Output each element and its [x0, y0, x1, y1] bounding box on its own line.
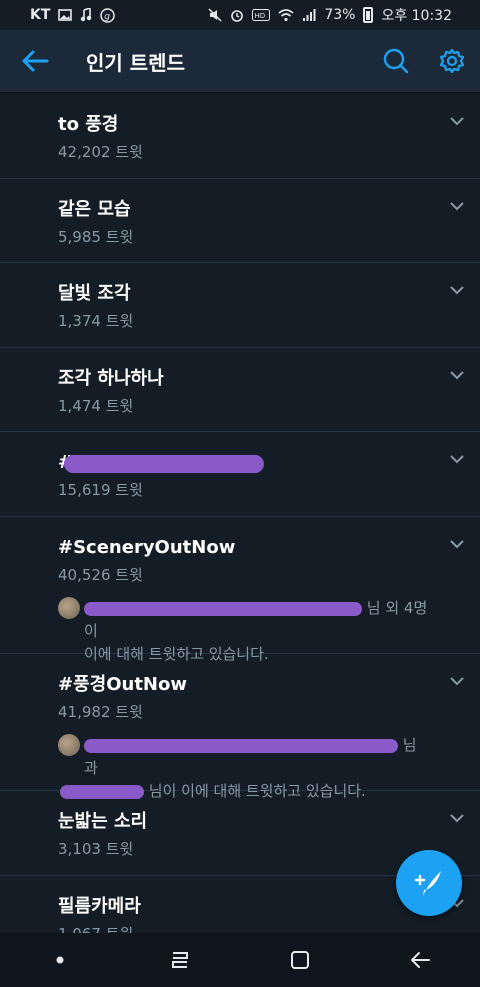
trend-name: to 풍경: [58, 114, 119, 135]
trend-name: 달빛 조각: [58, 283, 131, 304]
arrow-left-icon: [22, 50, 49, 72]
trend-name: 같은 모습: [58, 199, 131, 220]
home-icon: [291, 951, 309, 969]
trend-count: 42,202 트윗: [58, 143, 143, 161]
chevron-down-icon[interactable]: [448, 674, 466, 688]
trend-item[interactable]: #풍경OutNow 41,982 트윗 님과 님이 이에 대해 트윗하고 있습니…: [0, 654, 480, 800]
trend-count: 15,619 트윗: [58, 481, 143, 499]
hd-icon: HD: [252, 9, 271, 21]
trend-name: 필름카메라: [58, 896, 141, 917]
image-icon: [58, 9, 73, 21]
signal-icon: [303, 9, 316, 21]
trend-count: 3,103 트윗: [58, 840, 134, 858]
app-header: 인기 트렌드: [0, 30, 480, 93]
compose-tweet-icon: [414, 871, 441, 896]
alarm-icon: [231, 10, 244, 22]
settings-button[interactable]: [424, 30, 480, 93]
trend-name: #풍경OutNow: [58, 674, 187, 695]
status-time: 오후 10:32: [381, 8, 452, 24]
trend-name: 눈밟는 소리: [58, 811, 148, 832]
wifi-icon: [278, 9, 294, 22]
back-icon: [411, 952, 430, 968]
trend-item[interactable]: to 풍경 42,202 트윗: [0, 94, 480, 179]
page-title: 인기 트렌드: [86, 50, 185, 75]
status-bar: KT g HD 73% 오후 10:32: [0, 0, 480, 30]
trend-name: #: [58, 450, 430, 476]
trend-item[interactable]: 조각 하나하나 1,474 트윗: [0, 348, 480, 432]
nav-dot-button[interactable]: [30, 933, 90, 987]
svg-text:g: g: [105, 12, 111, 22]
carrier-label: KT: [30, 7, 51, 23]
compose-tweet-button[interactable]: [396, 850, 462, 916]
trend-list: to 풍경 42,202 트윗 같은 모습 5,985 트윗 달빛 조각 1,3…: [0, 94, 480, 961]
trend-item[interactable]: #SceneryOutNow 40,526 트윗 님 외 4명이 이에 대해 트…: [0, 517, 480, 663]
redaction-mark: [84, 738, 398, 753]
trend-name: #SceneryOutNow: [58, 537, 236, 558]
home-button[interactable]: [270, 933, 330, 987]
system-nav-bar: [0, 933, 480, 987]
redaction-mark: [64, 455, 264, 473]
back-button[interactable]: [0, 30, 70, 93]
chevron-down-icon[interactable]: [448, 114, 466, 128]
trend-count: 41,982 트윗: [58, 703, 143, 721]
trend-count: 40,526 트윗: [58, 566, 143, 584]
chevron-down-icon[interactable]: [448, 811, 466, 825]
battery-icon: [363, 7, 374, 23]
recent-apps-icon: [172, 952, 188, 968]
gear-icon: [439, 48, 465, 74]
svg-text:HD: HD: [255, 12, 266, 20]
trend-count: 5,985 트윗: [58, 228, 134, 246]
avatar: [58, 734, 80, 756]
g-icon: g: [100, 7, 116, 23]
chevron-down-icon[interactable]: [448, 452, 466, 466]
redaction-mark: [84, 601, 362, 616]
chevron-down-icon[interactable]: [448, 537, 466, 551]
trend-item[interactable]: # 15,619 트윗: [0, 432, 480, 517]
chevron-down-icon[interactable]: [448, 368, 466, 382]
search-button[interactable]: [368, 30, 424, 93]
trend-count: 1,374 트윗: [58, 312, 134, 330]
dot-icon: [56, 956, 64, 964]
search-icon: [383, 48, 409, 74]
battery-percent: 73%: [324, 7, 356, 23]
trend-item[interactable]: 달빛 조각 1,374 트윗: [0, 263, 480, 348]
trend-count: 1,474 트윗: [58, 397, 134, 415]
chevron-down-icon[interactable]: [448, 283, 466, 297]
music-icon: [81, 8, 92, 22]
avatar: [58, 597, 80, 619]
trend-name: 조각 하나하나: [58, 368, 164, 389]
chevron-down-icon[interactable]: [448, 199, 466, 213]
recent-apps-button[interactable]: [150, 933, 210, 987]
back-nav-button[interactable]: [390, 933, 450, 987]
trend-item[interactable]: 같은 모습 5,985 트윗: [0, 179, 480, 263]
mute-icon: [208, 8, 222, 22]
